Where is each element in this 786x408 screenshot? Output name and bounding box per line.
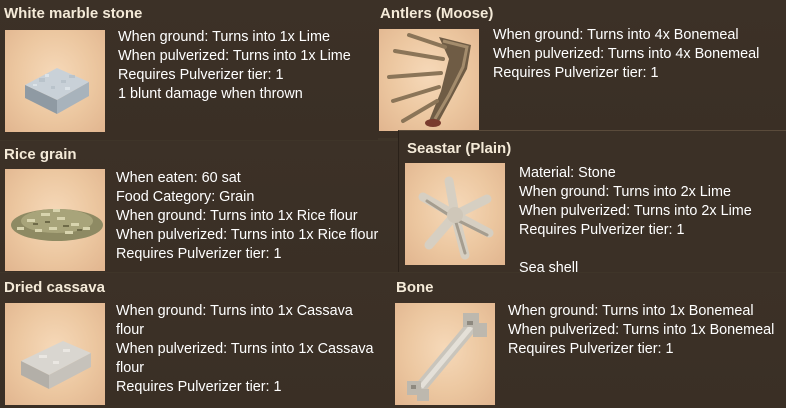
item-stats: When ground: Turns into 1x Cassava flour… xyxy=(116,302,374,397)
stat-line: flour xyxy=(116,360,144,376)
stat-line-spacer xyxy=(519,240,752,259)
item-thumbnail xyxy=(5,303,105,405)
stat-line: When eaten: 60 sat xyxy=(116,170,241,186)
item-thumbnail xyxy=(395,303,495,405)
item-thumbnail xyxy=(5,169,105,271)
antlers-icon xyxy=(387,33,471,127)
stat-line: Requires Pulverizer tier: 1 xyxy=(116,246,282,262)
seastar-icon xyxy=(418,176,494,260)
item-title: Bone xyxy=(396,279,434,296)
stat-line: flour xyxy=(116,322,144,338)
tooltip-dried-cassava: Dried cassava When ground: Turns into 1x… xyxy=(0,273,392,408)
tooltip-white-marble-stone: White marble stone When ground: Turns in… xyxy=(0,0,378,140)
stat-line: Requires Pulverizer tier: 1 xyxy=(118,67,284,83)
stat-line: Requires Pulverizer tier: 1 xyxy=(493,65,659,81)
rice-pile-icon xyxy=(11,209,103,241)
stat-line: When ground: Turns into 1x Bonemeal xyxy=(508,303,754,319)
stat-line: When pulverized: Turns into 2x Lime xyxy=(519,203,752,219)
stat-line: Material: Stone xyxy=(519,165,616,181)
tooltip-antlers-moose: Antlers (Moose) When ground: Turns into … xyxy=(376,0,786,138)
item-title: White marble stone xyxy=(4,5,143,22)
item-tooltips-stage: White marble stone When ground: Turns in… xyxy=(0,0,786,408)
marble-block-icon xyxy=(25,68,89,114)
item-stats: When ground: Turns into 4x Bonemeal When… xyxy=(493,26,759,83)
stat-line: Food Category: Grain xyxy=(116,189,255,205)
stat-line: When pulverized: Turns into 1x Lime xyxy=(118,48,351,64)
stat-line: When ground: Turns into 2x Lime xyxy=(519,184,731,200)
stat-line: Requires Pulverizer tier: 1 xyxy=(508,341,674,357)
stat-line: When ground: Turns into 1x Lime xyxy=(118,29,330,45)
tooltip-seastar-plain: Seastar (Plain) Material: Stone When gro… xyxy=(398,130,786,276)
stat-line: When ground: Turns into 4x Bonemeal xyxy=(493,27,739,43)
stat-line: When pulverized: Turns into 1x Cassava xyxy=(116,341,374,357)
item-thumbnail xyxy=(5,30,105,132)
item-stats: When eaten: 60 sat Food Category: Grain … xyxy=(116,169,378,264)
stat-line: When pulverized: Turns into 1x Bonemeal xyxy=(508,322,775,338)
item-thumbnail xyxy=(405,163,505,265)
item-title: Antlers (Moose) xyxy=(380,5,494,22)
stat-line: When ground: Turns into 1x Rice flour xyxy=(116,208,358,224)
stat-line: When pulverized: Turns into 4x Bonemeal xyxy=(493,46,760,62)
tooltip-bone: Bone When ground: Turns into 1x Bonemeal… xyxy=(392,273,786,408)
item-title: Rice grain xyxy=(4,146,77,163)
item-stats: Material: Stone When ground: Turns into … xyxy=(519,164,752,278)
stat-line: Requires Pulverizer tier: 1 xyxy=(116,379,282,395)
stat-line: When pulverized: Turns into 1x Rice flou… xyxy=(116,227,379,243)
item-stats: When ground: Turns into 1x Bonemeal When… xyxy=(508,302,774,359)
cassava-icon xyxy=(21,341,91,389)
tooltip-rice-grain: Rice grain When eaten: 60 sat Food Categ… xyxy=(0,141,398,272)
item-title: Seastar (Plain) xyxy=(407,140,512,157)
stat-line: 1 blunt damage when thrown xyxy=(118,86,303,102)
stat-line: Requires Pulverizer tier: 1 xyxy=(519,222,685,238)
item-stats: When ground: Turns into 1x Lime When pul… xyxy=(118,28,351,104)
item-title: Dried cassava xyxy=(4,279,105,296)
stat-line: When ground: Turns into 1x Cassava xyxy=(116,303,353,319)
bone-icon xyxy=(407,313,487,401)
item-thumbnail xyxy=(379,29,479,131)
